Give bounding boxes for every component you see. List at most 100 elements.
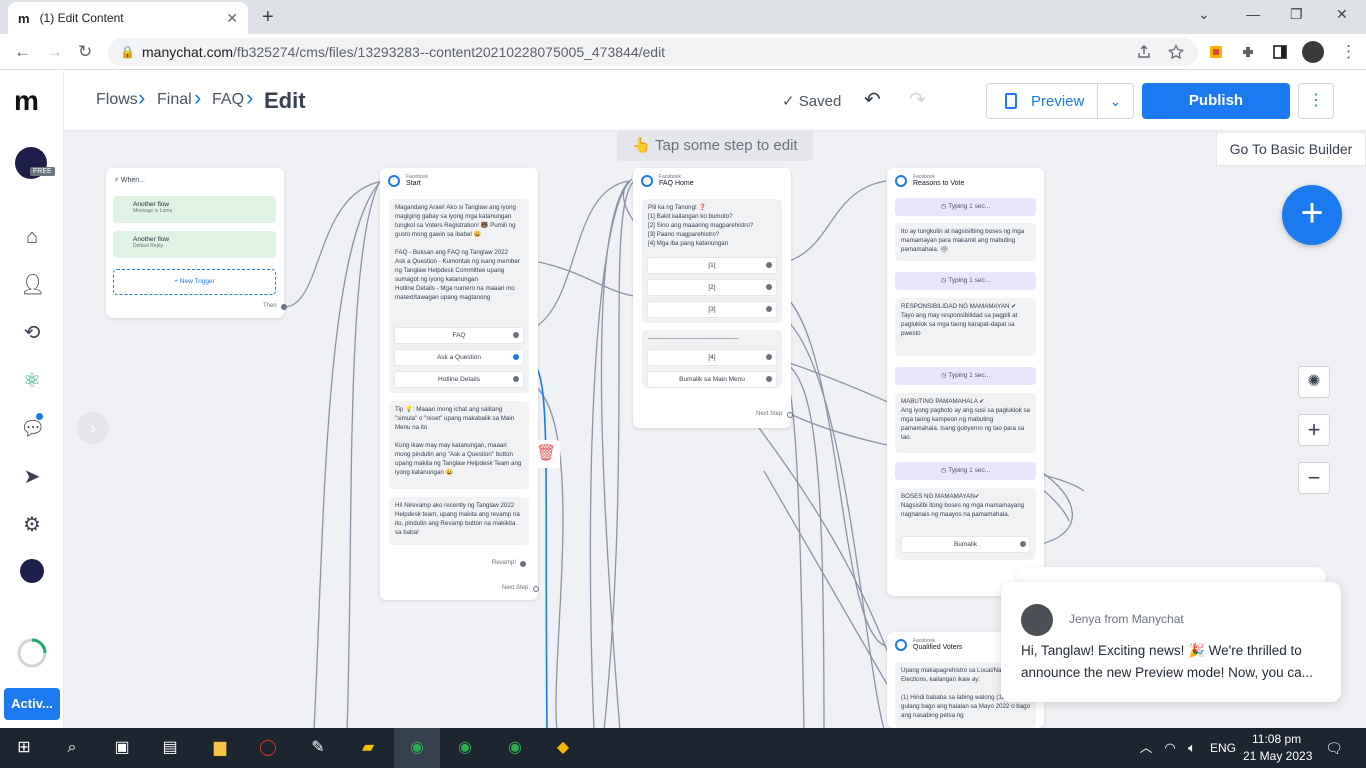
tab-search-icon[interactable]: ⌄ [1198,6,1210,23]
breadcrumb-final[interactable]: Final [157,91,192,109]
button-connector[interactable] [766,262,772,268]
close-tab-icon[interactable]: ✕ [226,10,238,27]
trigger-item[interactable]: Another flow Default Reply [113,231,276,258]
zoom-out-icon[interactable]: − [1298,462,1330,494]
zoom-in-icon[interactable]: + [1298,414,1330,446]
broadcast-send-icon[interactable]: ➤ [20,465,44,489]
next-step-connector[interactable] [787,412,793,418]
extension-colorful-icon[interactable] [1208,44,1224,60]
publish-button[interactable]: Publish [1142,83,1290,119]
clock-date[interactable]: 21 May 2023 [1243,749,1312,763]
windows-start-icon[interactable]: ⊞ [12,736,36,760]
faq-question-4-button[interactable]: [4] [647,349,777,366]
forward-icon[interactable]: → [46,42,63,62]
wifi-icon[interactable]: ◠ [1158,736,1182,760]
start-message-card[interactable]: Facebook Start Magandang Araw! Ako si Tan… [380,168,539,600]
account-avatar[interactable] [20,559,44,583]
chevron-down-icon[interactable]: ⌄ [1097,84,1133,118]
progress-ring-icon[interactable] [16,637,48,669]
profile-avatar[interactable] [1302,41,1324,63]
search-icon[interactable]: ⌕ [60,736,84,760]
back-icon[interactable]: ← [14,42,31,62]
maximize-icon[interactable]: ❐ [1290,6,1303,23]
button-connector[interactable] [766,306,772,312]
reasons-to-vote-card[interactable]: Facebook Reasons to Vote ◷ Typing 1 sec..… [887,168,1044,596]
browser-menu-icon[interactable]: ⋮ [1340,42,1357,62]
minimize-icon[interactable]: — [1246,6,1260,22]
automation-icon[interactable]: ⟲ [20,321,44,345]
expand-sidebar-icon[interactable]: › [77,412,109,444]
breadcrumb-faq[interactable]: FAQ [212,91,244,109]
button-connector[interactable] [766,284,772,290]
back-button[interactable]: Bumalik [901,536,1030,553]
window-close-icon[interactable]: ✕ [1336,6,1348,23]
faq-button[interactable]: FAQ [394,327,524,344]
chrome-icon[interactable]: ◉ [503,736,527,760]
chrome-icon[interactable]: ◉ [453,736,477,760]
delete-trash-icon[interactable]: 🗑︎ [532,440,560,468]
button-connector[interactable] [766,354,772,360]
opera-icon[interactable]: ◯ [256,736,280,760]
faq-question-3-button[interactable]: [3] [647,301,777,318]
volume-icon[interactable]: 🔈︎ [1180,736,1204,760]
settings-gear-icon[interactable]: ⚙ [20,513,44,537]
extensions-puzzle-icon[interactable] [1240,44,1256,60]
home-icon[interactable]: ⌂ [20,225,44,249]
magic-wand-icon[interactable]: ✺ [1298,366,1330,398]
manychat-logo[interactable]: m [14,85,39,117]
new-trigger-button[interactable]: + New Trigger [113,269,276,295]
more-options-icon[interactable]: ⋮ [1298,83,1334,119]
new-tab-icon[interactable]: + [262,6,274,29]
trigger-name: Another flow [133,236,170,243]
button-connector[interactable] [513,332,519,338]
button-connector[interactable] [766,376,772,382]
file-explorer-icon[interactable]: ▆ [208,736,232,760]
bookmark-star-icon[interactable] [1168,44,1184,60]
faq-question-2-button[interactable]: [2] [647,279,777,296]
button-connector[interactable] [1020,541,1026,547]
hotline-details-button[interactable]: Hotline Details [394,371,524,388]
browser-tab[interactable]: m (1) Edit Content ✕ [8,2,248,34]
chat-notification[interactable]: Jenya from Manychat Hi, Tanglaw! Excitin… [1001,582,1341,702]
live-chat-icon[interactable]: 💬︎ [20,417,45,441]
preview-button[interactable]: Preview ⌄ [986,83,1134,119]
redo-icon[interactable]: ↷ [909,87,926,112]
trigger-card[interactable]: ⚡︎ When... Another flow Message is Luma A… [106,168,287,318]
contacts-icon[interactable]: 👤︎ [20,273,45,297]
typing-indicator: ◷ Typing 1 sec... [895,272,1036,290]
app-icon[interactable]: ▤ [158,736,182,760]
then-connector[interactable] [281,304,287,310]
faq-home-card[interactable]: Facebook FAQ Home Pili ka ng Tanong! ❓ [1… [633,168,793,428]
faq-question-1-button[interactable]: [1] [647,257,777,274]
revamp-button[interactable]: Revamp! [492,560,516,566]
chrome-icon[interactable]: ◉ [405,736,429,760]
app-icon[interactable]: ◆ [551,736,575,760]
url-field[interactable]: 🔒 manychat.com/fb325274/cms/files/132932… [108,38,1198,66]
button-connector[interactable] [513,376,519,382]
clock-time[interactable]: 11:08 pm [1252,732,1301,746]
share-icon[interactable] [1136,44,1152,60]
go-to-basic-builder-button[interactable]: Go To Basic Builder [1216,132,1366,166]
notifications-icon[interactable]: 🗨︎ [1322,736,1346,760]
integrations-atom-icon[interactable]: ⚛ [20,369,44,393]
breadcrumb-flows[interactable]: Flows [96,91,138,109]
undo-icon[interactable]: ↶ [864,87,881,112]
language-indicator[interactable]: ENG [1210,741,1236,755]
activate-button[interactable]: Activ... [4,688,60,720]
side-panel-icon[interactable] [1272,44,1288,60]
tray-chevron-up-icon[interactable]: ︿ [1134,736,1158,760]
back-to-main-menu-button[interactable]: Bumalik sa Main Menu [647,371,777,388]
pdf-app-icon[interactable]: ▰ [356,736,380,760]
button-connector[interactable] [513,354,519,360]
next-step-connector[interactable] [533,586,539,592]
ask-question-button[interactable]: Ask a Question [394,349,524,366]
app-icon[interactable]: ▣ [110,736,134,760]
typing-indicator: ◷ Typing 1 sec... [895,198,1036,216]
reload-icon[interactable]: ↻ [78,42,92,62]
app-icon[interactable]: ✎ [306,736,330,760]
add-step-button[interactable]: + [1282,185,1342,245]
trigger-item[interactable]: Another flow Message is Luma [113,196,276,223]
button-connector[interactable] [520,561,526,567]
hint-text: Tap some step to edit [654,137,798,154]
windows-taskbar: ⊞ ⌕ ▣ ▤ ▆ ◯ ✎ ▰ ◉ ◉ ◉ ◆ ︿ ◠ 🔈︎ ENG 11:08… [0,728,1366,768]
